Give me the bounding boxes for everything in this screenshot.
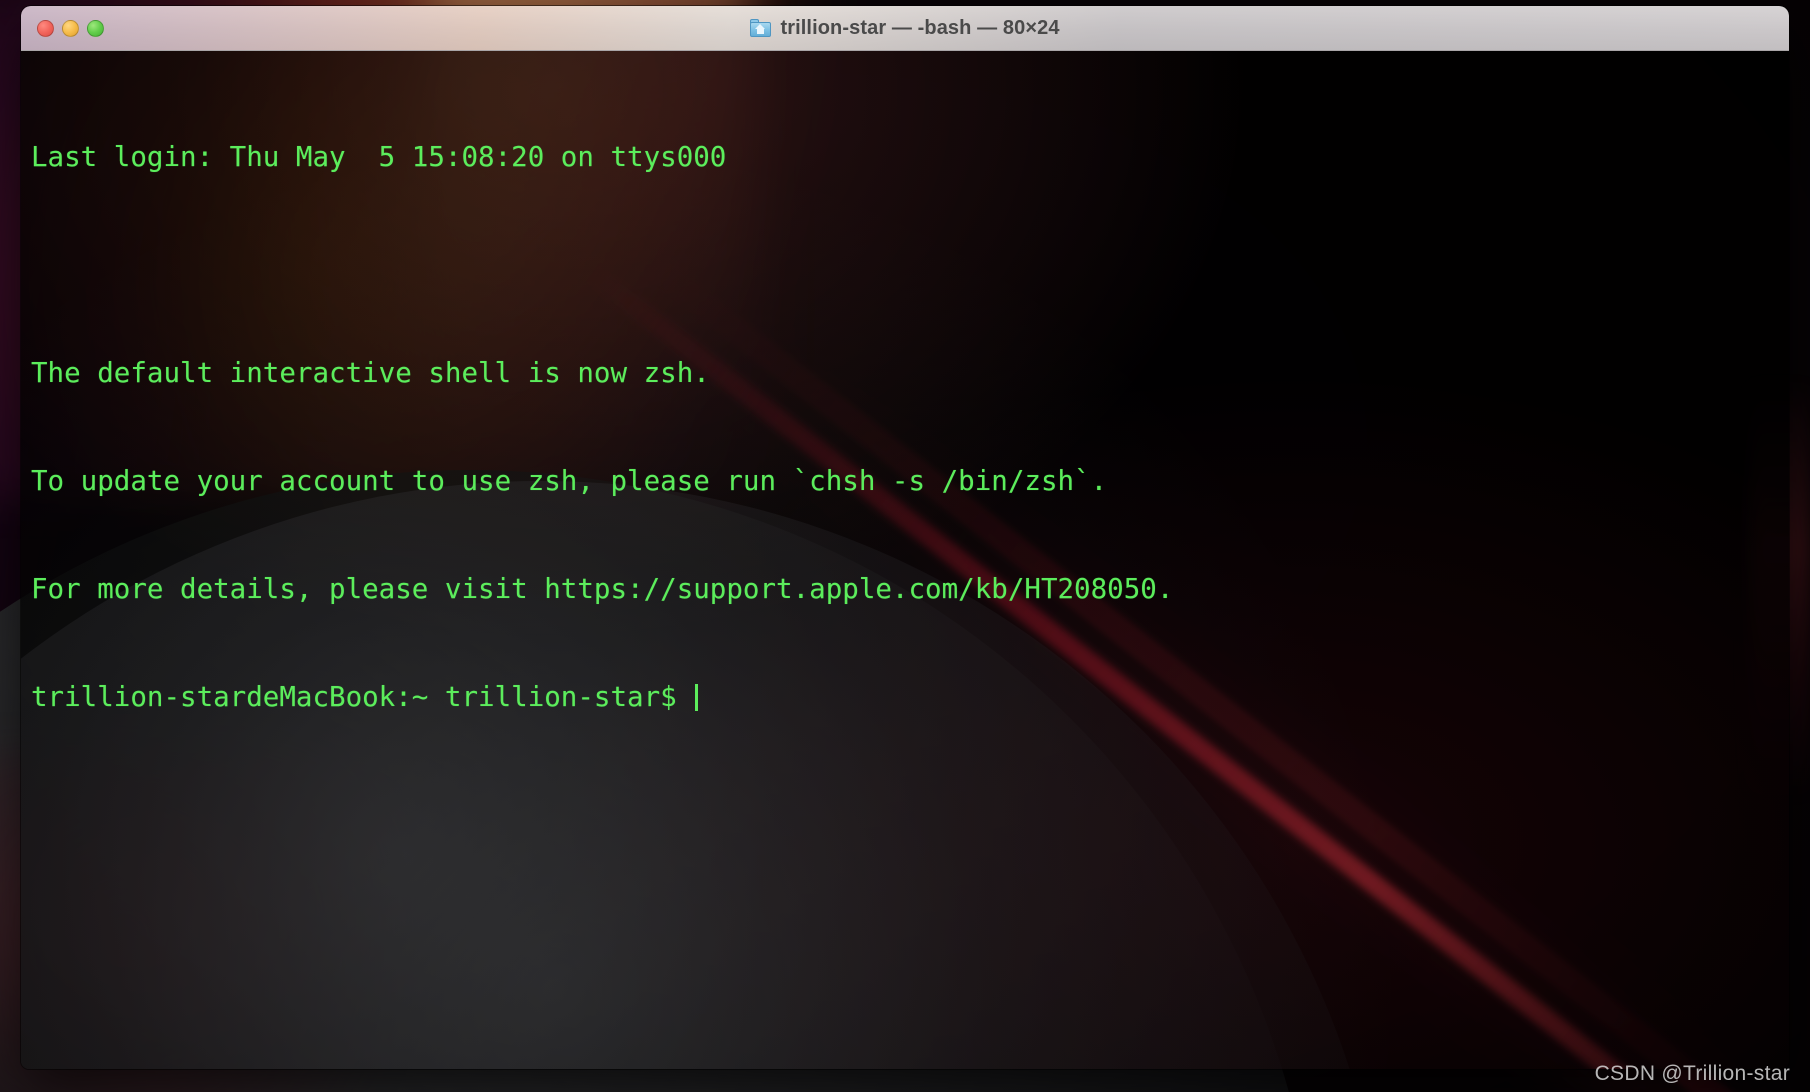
- terminal-window[interactable]: trillion-star — -bash — 80×24 Last login…: [21, 6, 1789, 1069]
- terminal-line: For more details, please visit https://s…: [31, 573, 1174, 605]
- window-title-group: trillion-star — -bash — 80×24: [21, 6, 1789, 50]
- minimize-button[interactable]: [62, 19, 79, 37]
- close-button[interactable]: [37, 19, 54, 37]
- terminal-prompt: trillion-stardeMacBook:~ trillion-star$: [31, 681, 694, 713]
- terminal-prompt-line[interactable]: trillion-stardeMacBook:~ trillion-star$: [31, 679, 1789, 715]
- terminal-line: To update your account to use zsh, pleas…: [31, 465, 1108, 497]
- terminal-scrollbar[interactable]: [1780, 55, 1787, 175]
- home-folder-icon: [750, 19, 772, 37]
- window-title: trillion-star — -bash — 80×24: [780, 16, 1060, 39]
- terminal-line: The default interactive shell is now zsh…: [31, 357, 710, 389]
- maximize-button[interactable]: [87, 19, 104, 37]
- terminal-cursor: [695, 684, 699, 711]
- window-titlebar[interactable]: trillion-star — -bash — 80×24: [21, 6, 1789, 51]
- terminal-body[interactable]: Last login: Thu May 5 15:08:20 on ttys00…: [21, 51, 1789, 1069]
- terminal-output[interactable]: Last login: Thu May 5 15:08:20 on ttys00…: [21, 59, 1789, 787]
- terminal-line: Last login: Thu May 5 15:08:20 on ttys00…: [31, 141, 727, 173]
- window-controls: [37, 19, 104, 37]
